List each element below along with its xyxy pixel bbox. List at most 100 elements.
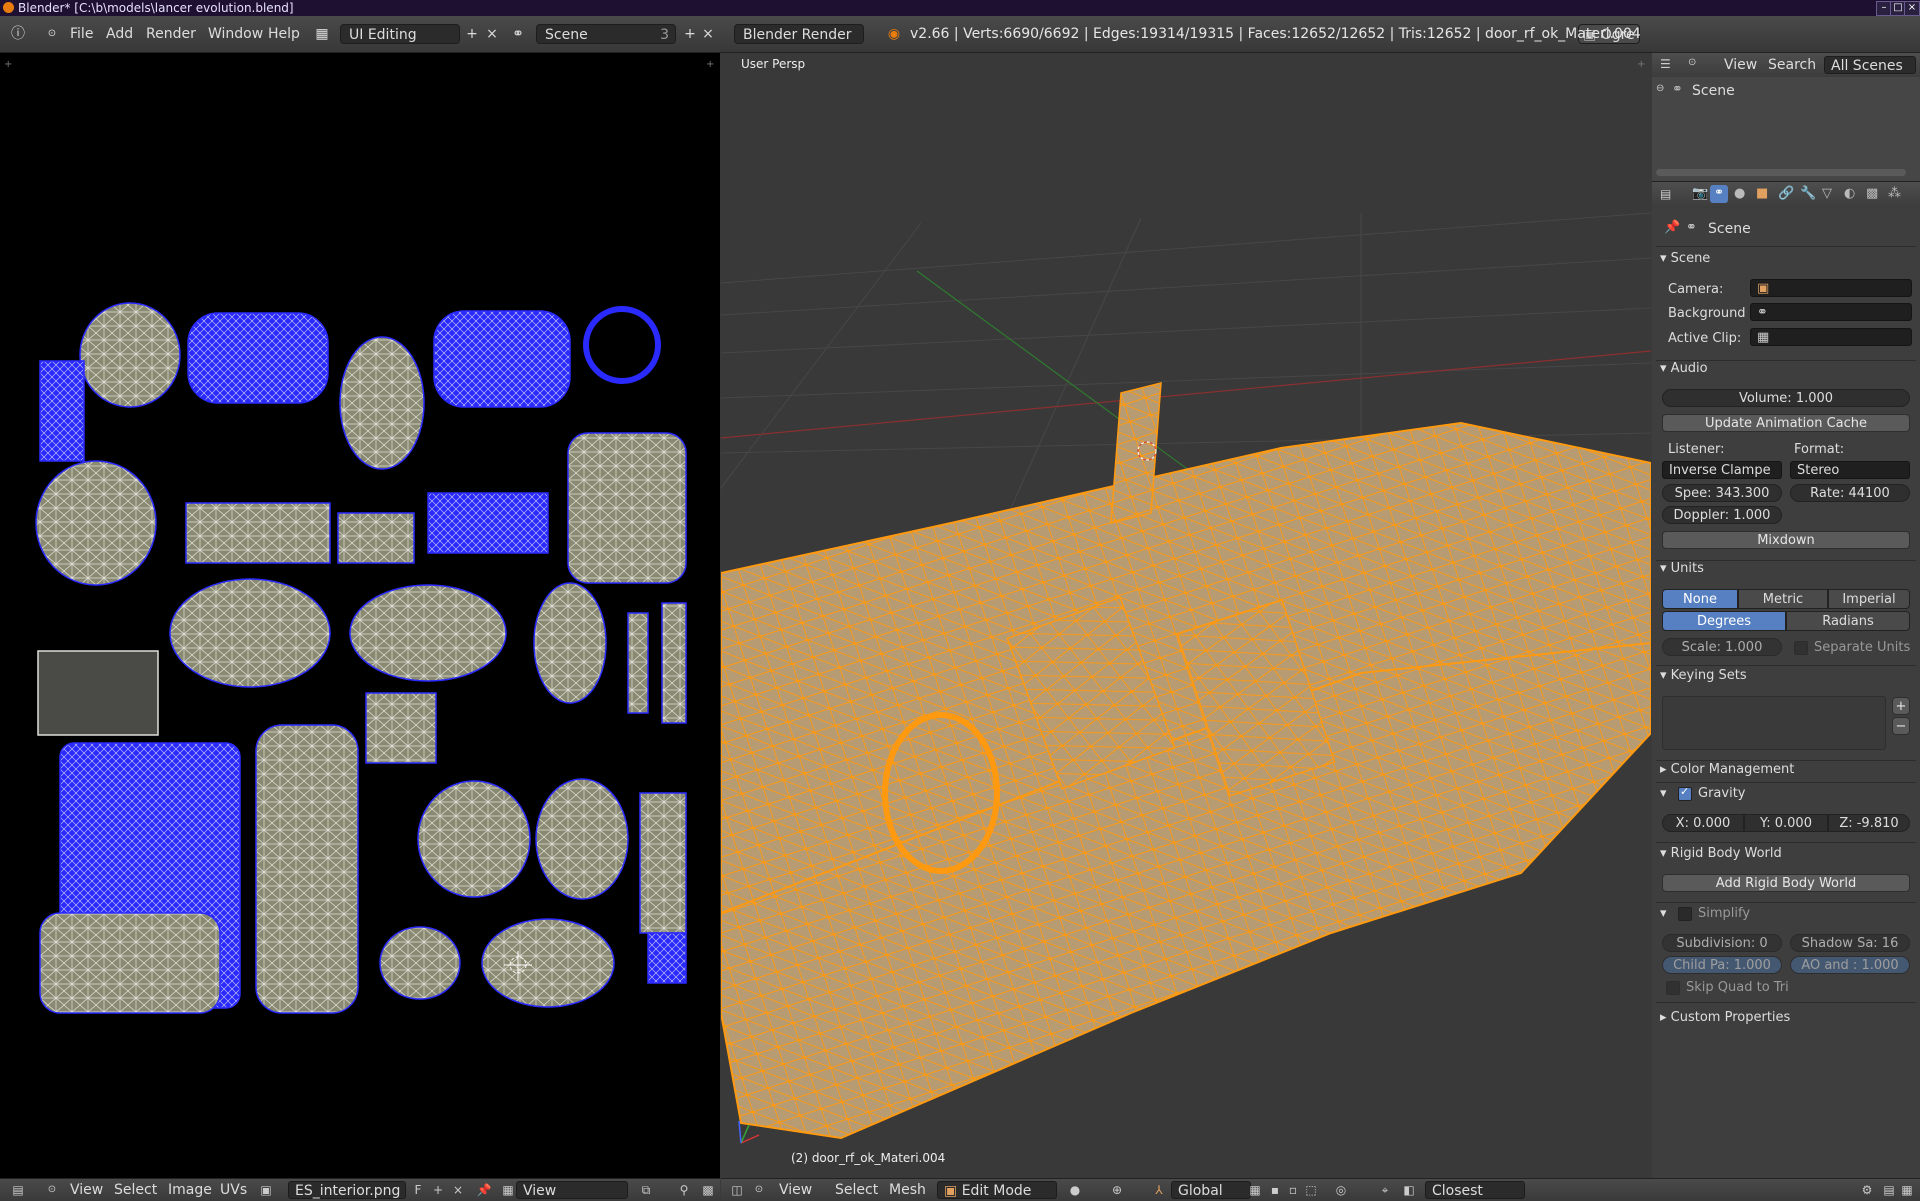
menu-render[interactable]: Render: [146, 26, 196, 42]
properties-editor-type-icon[interactable]: ▤: [1660, 187, 1671, 201]
uv-island[interactable]: [533, 582, 607, 704]
outliner-scene-item[interactable]: Scene: [1692, 83, 1735, 99]
viewport-scene[interactable]: [721, 53, 1651, 1178]
separate-units-checkbox[interactable]: [1794, 641, 1808, 655]
uv-area-corner-icon[interactable]: +: [706, 59, 714, 70]
gravity-x-field[interactable]: X: 0.000: [1662, 814, 1744, 832]
uv-grid-icon[interactable]: ▩: [700, 1182, 716, 1198]
3d-menu-select[interactable]: Select: [835, 1182, 878, 1198]
uv-island[interactable]: [433, 310, 571, 408]
uv-island[interactable]: [639, 792, 687, 934]
vertex-select-icon[interactable]: ▪: [1267, 1182, 1283, 1198]
update-animation-cache-button[interactable]: Update Animation Cache: [1662, 414, 1910, 432]
render-preview-icon[interactable]: ⚙: [1859, 1182, 1875, 1198]
pin-icon[interactable]: 📌: [1664, 220, 1680, 235]
add-keying-set-button[interactable]: +: [1892, 697, 1910, 715]
panel-units-header[interactable]: ▾ Units: [1660, 561, 1704, 576]
tab-render-icon[interactable]: 📷: [1692, 186, 1708, 201]
3d-viewport[interactable]: User Persp (2) door_rf_ok_Materi.004 +: [721, 53, 1651, 1178]
tab-particles-icon[interactable]: ⁂: [1888, 186, 1901, 201]
edge-select-icon[interactable]: ▫: [1285, 1182, 1301, 1198]
uv-island[interactable]: [627, 612, 649, 714]
3d-menu-mesh[interactable]: Mesh: [889, 1182, 926, 1198]
uv-island[interactable]: [427, 492, 549, 554]
outliner-scrollbar[interactable]: [1656, 169, 1906, 176]
add-rigid-body-world-button[interactable]: Add Rigid Body World: [1662, 874, 1910, 892]
transform-orientation-dropdown[interactable]: Global: [1171, 1181, 1251, 1199]
gravity-y-field[interactable]: Y: 0.000: [1744, 814, 1828, 832]
panel-scene-header[interactable]: ▾ Scene: [1660, 251, 1710, 266]
uv-island[interactable]: [337, 512, 415, 564]
new-image-icon[interactable]: +: [430, 1182, 446, 1198]
uv-island[interactable]: [39, 360, 85, 462]
add-screen-icon[interactable]: +: [462, 24, 482, 44]
manipulator-icon[interactable]: ⅄: [1151, 1182, 1167, 1198]
expand-arrow-icon[interactable]: ⊖: [1656, 83, 1664, 94]
uv-mode-dropdown[interactable]: View: [516, 1181, 628, 1199]
uv-island[interactable]: [365, 692, 437, 764]
uv-menu-image[interactable]: Image: [168, 1182, 212, 1198]
remove-screen-icon[interactable]: ×: [482, 24, 502, 44]
face-select-icon[interactable]: ⬚: [1303, 1182, 1319, 1198]
distance-model-dropdown[interactable]: Inverse Clampe: [1662, 461, 1782, 479]
uv-island[interactable]: [185, 502, 331, 564]
menu-window[interactable]: Window: [208, 26, 263, 42]
render-engine-dropdown[interactable]: Blender Render: [734, 24, 864, 44]
image-browse-icon[interactable]: ▣: [258, 1182, 274, 1198]
uv-island[interactable]: [535, 778, 629, 900]
proportional-edit-icon[interactable]: ◎: [1333, 1182, 1349, 1198]
snap-target-dropdown[interactable]: Closest: [1425, 1181, 1525, 1199]
panel-keying-sets-header[interactable]: ▾ Keying Sets: [1660, 668, 1747, 683]
collapse-menus-icon[interactable]: ⊙: [44, 1182, 60, 1198]
uv-image-editor[interactable]: + +: [0, 53, 720, 1178]
uv-island[interactable]: [35, 460, 157, 586]
uv-island[interactable]: [79, 302, 181, 408]
unlink-image-icon[interactable]: ×: [450, 1182, 466, 1198]
remove-keying-set-button[interactable]: −: [1892, 717, 1910, 735]
3d-menu-view[interactable]: View: [779, 1182, 812, 1198]
uv-island[interactable]: [349, 584, 507, 682]
active-clip-field[interactable]: ▦: [1750, 328, 1912, 346]
opengl-anim-icon[interactable]: ▦: [1899, 1182, 1915, 1198]
layer-buttons-icon[interactable]: ▦: [1247, 1182, 1263, 1198]
viewport-shading-icon[interactable]: ●: [1067, 1182, 1083, 1198]
uv-island[interactable]: [379, 926, 461, 1000]
menu-help[interactable]: Help: [268, 26, 300, 42]
units-imperial-toggle[interactable]: Imperial: [1828, 589, 1910, 609]
image-name-field[interactable]: ES_interior.png: [288, 1181, 406, 1199]
uv-island[interactable]: [567, 432, 687, 584]
uv-snap-icon[interactable]: ⚲: [676, 1182, 692, 1198]
fake-user-toggle[interactable]: F: [410, 1182, 426, 1198]
tab-material-icon[interactable]: ◐: [1844, 186, 1855, 201]
background-field[interactable]: ⚭: [1750, 303, 1912, 321]
menu-add[interactable]: Add: [106, 26, 133, 42]
uv-island[interactable]: [169, 578, 331, 688]
speed-of-sound-field[interactable]: Spee: 343.300: [1662, 484, 1782, 502]
tab-world-icon[interactable]: ●: [1734, 186, 1745, 201]
uv-menu-uvs[interactable]: UVs: [220, 1182, 247, 1198]
outliner-menu-search[interactable]: Search: [1768, 57, 1816, 73]
pivot-point-icon[interactable]: ⊕: [1109, 1182, 1125, 1198]
uv-island[interactable]: [187, 312, 329, 404]
menu-file[interactable]: File: [70, 26, 93, 42]
uv-menu-select[interactable]: Select: [114, 1182, 157, 1198]
uv-sync-icon[interactable]: ⧉: [638, 1182, 654, 1198]
tab-texture-icon[interactable]: ▩: [1866, 186, 1878, 201]
audio-format-dropdown[interactable]: Stereo: [1790, 461, 1910, 479]
rate-field[interactable]: Rate: 44100: [1790, 484, 1910, 502]
uv-editor-type-icon[interactable]: ▤: [10, 1182, 26, 1198]
tab-constraints-icon[interactable]: 🔗: [1778, 186, 1794, 201]
tab-scene-icon[interactable]: ⚭: [1710, 185, 1728, 203]
uv-island[interactable]: [255, 724, 359, 1014]
unit-scale-field[interactable]: Scale: 1.000: [1662, 638, 1782, 656]
rotation-radians-toggle[interactable]: Radians: [1786, 611, 1910, 631]
info-editor-type-icon[interactable]: ⓘ: [8, 24, 28, 44]
uv-island[interactable]: [39, 912, 221, 1014]
panel-simplify-header[interactable]: ▾: [1660, 906, 1667, 921]
units-metric-toggle[interactable]: Metric: [1738, 589, 1828, 609]
uv-island[interactable]: [37, 650, 159, 736]
panel-gravity-header[interactable]: ▾: [1660, 786, 1667, 801]
doppler-field[interactable]: Doppler: 1.000: [1662, 506, 1782, 524]
viewport-corner-icon[interactable]: +: [1637, 59, 1645, 70]
simplify-checkbox[interactable]: [1678, 907, 1692, 921]
